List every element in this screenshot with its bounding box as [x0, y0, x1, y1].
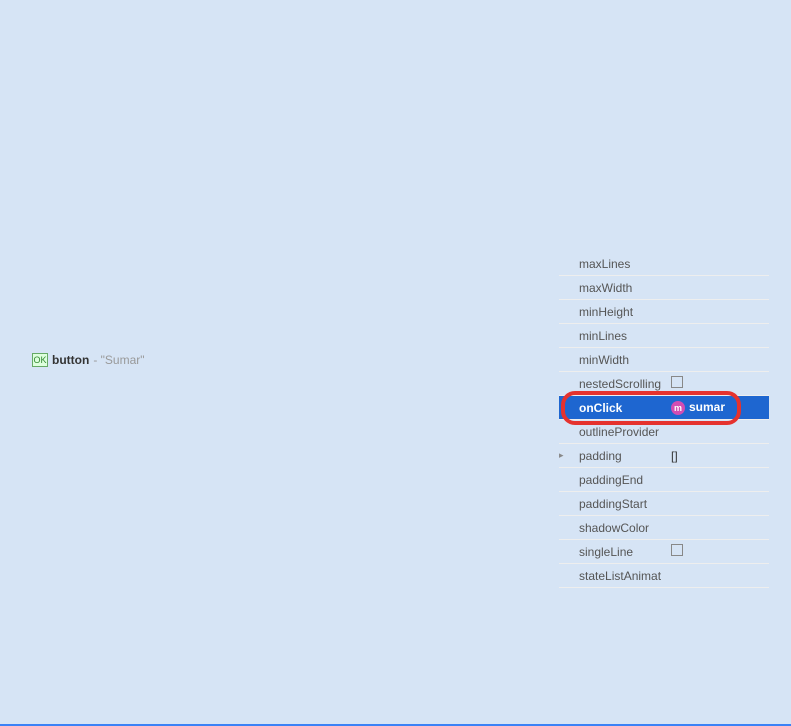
- right-panel: Component Tree ⇱ ⇲ ✲ ▾ Device Screen ▾▦ …: [559, 24, 769, 720]
- property-row-minWidth[interactable]: minWidth: [559, 348, 769, 372]
- property-row-shadowColor[interactable]: shadowColor: [559, 516, 769, 540]
- property-row-outlineProvider[interactable]: outlineProvider: [559, 420, 769, 444]
- checkbox[interactable]: [671, 544, 683, 556]
- property-row-maxLines[interactable]: maxLines: [559, 252, 769, 276]
- property-row-minHeight[interactable]: minHeight: [559, 300, 769, 324]
- component-icon: OK: [32, 353, 48, 367]
- property-row-nestedScrolling[interactable]: nestedScrolling: [559, 372, 769, 396]
- property-row-maxWidth[interactable]: maxWidth: [559, 276, 769, 300]
- property-row-onClick[interactable]: onClickmsumar: [559, 396, 769, 420]
- property-row-paddingEnd[interactable]: paddingEnd: [559, 468, 769, 492]
- property-row-stateListAnimat[interactable]: stateListAnimat: [559, 564, 769, 588]
- property-row-singleLine[interactable]: singleLine: [559, 540, 769, 564]
- method-icon: m: [671, 401, 685, 415]
- property-row-padding[interactable]: ▸padding[]: [559, 444, 769, 468]
- checkbox[interactable]: [671, 376, 683, 388]
- property-row-minLines[interactable]: minLines: [559, 324, 769, 348]
- property-row-paddingStart[interactable]: paddingStart: [559, 492, 769, 516]
- component-tree: ▾ Device Screen ▾▦ RelativeLayout Abtv1 …: [559, 52, 769, 186]
